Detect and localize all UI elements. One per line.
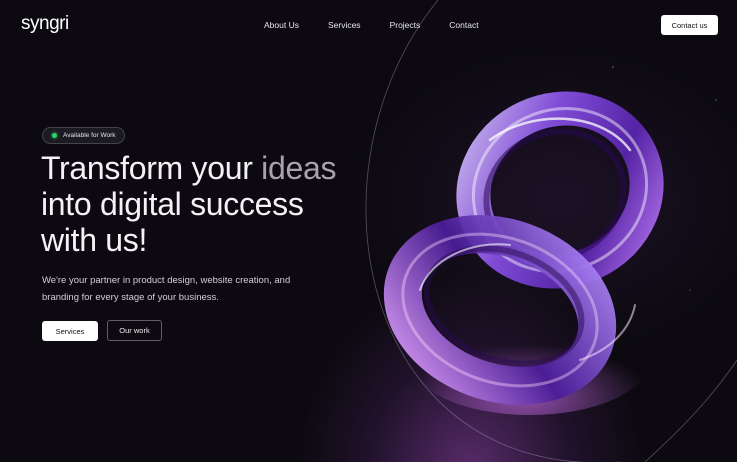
nav-link-projects[interactable]: Projects [390,20,421,30]
hero-headline: Transform your ideas into digital succes… [41,150,371,258]
nav-link-contact[interactable]: Contact [449,20,478,30]
our-work-button[interactable]: Our work [107,320,162,341]
main-nav: About Us Services Projects Contact [264,20,479,30]
contact-us-button[interactable]: Contact us [661,15,718,35]
nav-link-services[interactable]: Services [328,20,361,30]
headline-line3: with us! [41,222,148,258]
headline-line1-part2: ideas [261,150,337,186]
availability-label: Available for Work [63,132,116,139]
availability-badge: Available for Work [42,127,125,144]
site-header: syngri About Us Services Projects Contac… [0,0,737,50]
headline-line2: into digital success [41,186,304,222]
hero-subtext: We're your partner in product design, we… [42,275,291,303]
brand-logo[interactable]: syngri [21,13,69,35]
headline-line1-part1: Transform your [41,150,262,186]
nav-link-about-us[interactable]: About Us [264,20,299,30]
abstract-3d-knot-illustration [383,91,664,415]
services-button[interactable]: Services [42,321,98,341]
status-dot-icon [52,133,57,138]
